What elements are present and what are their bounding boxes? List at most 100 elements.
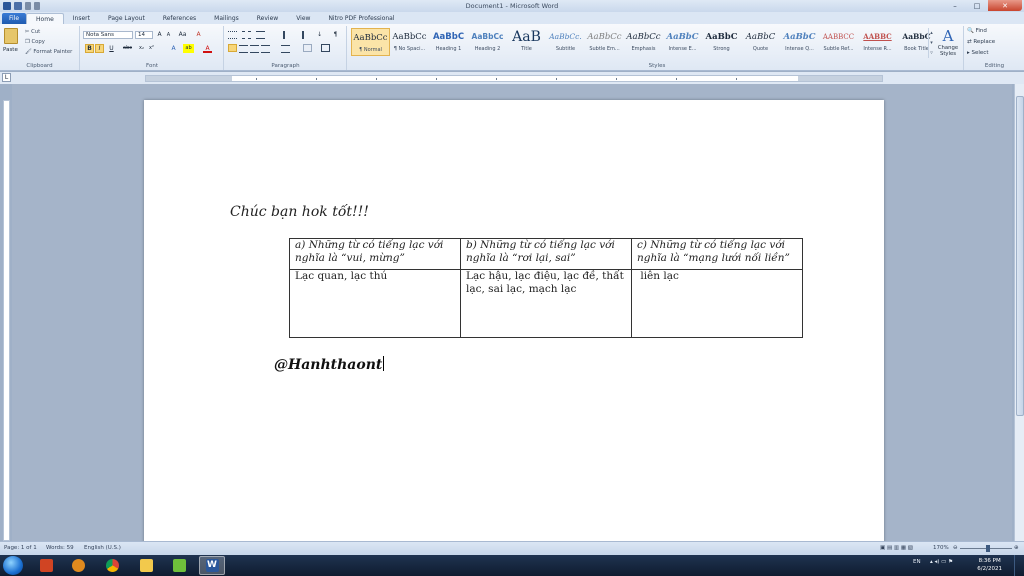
document-area: Chúc bạn hok tốt!!! a) Những từ có tiếng… — [12, 84, 1012, 541]
shading-button[interactable] — [303, 44, 312, 52]
signature-line[interactable]: @Hanhthaont — [274, 356, 385, 373]
close-button[interactable]: ✕ — [988, 0, 1022, 11]
maximize-button[interactable]: □ — [966, 0, 988, 11]
align-right-button[interactable] — [250, 45, 259, 53]
subscript-button[interactable]: x₂ — [137, 44, 146, 53]
horizontal-ruler[interactable] — [145, 75, 883, 82]
multilevel-list-button[interactable] — [256, 31, 265, 39]
ruler-tick — [436, 78, 437, 80]
start-button[interactable] — [3, 556, 23, 575]
taskbar-explorer[interactable] — [133, 556, 159, 575]
bullets-button[interactable] — [228, 31, 237, 39]
change-case-button[interactable]: Aa — [178, 30, 187, 39]
zoom-level[interactable]: 170% — [933, 545, 949, 551]
wish-text[interactable]: Chúc bạn hok tốt!!! — [230, 204, 369, 220]
tab-nitro-pdf[interactable]: Nitro PDF Professional — [319, 13, 403, 24]
paste-icon[interactable] — [4, 28, 18, 44]
tab-page-layout[interactable]: Page Layout — [99, 13, 154, 24]
document-page[interactable]: Chúc bạn hok tốt!!! a) Những từ có tiếng… — [144, 100, 884, 541]
format-painter-button[interactable]: 🖌 Format Painter — [25, 49, 72, 55]
page-count[interactable]: Page: 1 of 1 — [4, 545, 37, 551]
game-icon — [172, 559, 186, 572]
increase-indent-button[interactable] — [295, 31, 304, 39]
decrease-indent-button[interactable] — [283, 31, 292, 39]
line-spacing-button[interactable] — [281, 45, 290, 53]
paragraph-group-label: Paragraph — [271, 63, 300, 69]
align-center-button[interactable] — [239, 45, 248, 53]
text-effects-button[interactable]: A — [169, 44, 178, 53]
italic-button[interactable]: I — [95, 44, 104, 53]
redo-icon[interactable] — [34, 2, 40, 10]
word-table[interactable]: a) Những từ có tiếng lạc với nghĩa là “v… — [289, 238, 803, 338]
change-styles-icon: A — [942, 27, 954, 45]
minimize-button[interactable]: – — [944, 0, 966, 11]
vertical-ruler[interactable] — [3, 100, 10, 541]
scrollbar-thumb[interactable] — [1016, 96, 1024, 416]
change-styles-label: Change Styles — [937, 45, 959, 57]
taskbar-word[interactable]: W — [199, 556, 225, 575]
taskbar-powerpoint[interactable] — [33, 556, 59, 575]
paste-button[interactable]: Paste — [3, 47, 18, 53]
superscript-button[interactable]: x² — [147, 44, 156, 53]
table-header-cell[interactable]: c) Những từ có tiếng lạc với nghĩa là “m… — [631, 238, 803, 270]
taskbar-game[interactable] — [166, 556, 192, 575]
table-cell[interactable]: Lạc hậu, lạc điệu, lạc đề, thất lạc, sai… — [460, 269, 632, 338]
input-language[interactable]: EN — [913, 559, 921, 565]
numbering-button[interactable] — [242, 31, 251, 39]
sort-button[interactable]: ↓ — [317, 31, 326, 39]
grow-font-button[interactable]: A — [155, 30, 164, 39]
tray-icons[interactable]: ▴ ◂) ▭ ⚑ — [930, 559, 953, 565]
change-styles-button[interactable]: A Change Styles — [935, 27, 961, 57]
borders-button[interactable] — [321, 44, 330, 52]
cut-label: Cut — [31, 29, 41, 35]
zoom-in-button[interactable]: ⊕ — [1014, 545, 1019, 551]
tab-selector[interactable]: L — [2, 73, 11, 82]
system-clock[interactable]: 8:36 PM 6/2/2021 — [977, 557, 1002, 573]
clear-formatting-button[interactable]: A — [194, 30, 203, 39]
ruler-bar — [0, 72, 1024, 84]
copy-button[interactable]: ❐ Copy — [25, 39, 45, 45]
show-formatting-button[interactable]: ¶ — [331, 30, 340, 39]
show-desktop-button[interactable] — [1014, 555, 1024, 576]
clock-time: 8:36 PM — [978, 558, 1001, 564]
word-count[interactable]: Words: 59 — [46, 545, 74, 551]
taskbar-chrome[interactable] — [99, 556, 125, 575]
table-cell[interactable]: Lạc quan, lạc thú — [289, 269, 461, 338]
justify-button[interactable] — [261, 45, 270, 53]
underline-button[interactable]: U — [107, 44, 116, 53]
tab-insert[interactable]: Insert — [64, 13, 99, 24]
text-cursor — [383, 356, 385, 371]
shrink-font-button[interactable]: A — [164, 31, 173, 40]
tab-view[interactable]: View — [287, 13, 319, 24]
tab-mailings[interactable]: Mailings — [205, 13, 248, 24]
undo-icon[interactable] — [25, 2, 31, 10]
table-row: Lạc quan, lạc thú Lạc hậu, lạc điệu, lạc… — [289, 269, 803, 338]
tab-references[interactable]: References — [154, 13, 205, 24]
tab-file[interactable]: File — [2, 13, 27, 24]
cut-button[interactable]: ✂ Cut — [25, 29, 40, 35]
quick-access-toolbar — [0, 2, 40, 10]
table-header-row: a) Những từ có tiếng lạc với nghĩa là “v… — [289, 238, 803, 270]
tab-review[interactable]: Review — [248, 13, 287, 24]
language-indicator[interactable]: English (U.S.) — [84, 545, 121, 551]
save-icon[interactable] — [14, 2, 22, 10]
bold-button[interactable]: B — [85, 44, 94, 53]
table-header-cell[interactable]: a) Những từ có tiếng lạc với nghĩa là “v… — [289, 238, 461, 270]
highlight-button[interactable]: ab — [183, 44, 194, 53]
align-left-button[interactable] — [228, 44, 237, 52]
zoom-slider-knob[interactable] — [986, 545, 990, 552]
zoom-out-button[interactable]: ⊖ — [953, 545, 958, 551]
tab-home[interactable]: Home — [26, 13, 64, 24]
font-size-select[interactable]: 14 — [135, 31, 153, 39]
ribbon-tabs: File Home Insert Page Layout References … — [0, 12, 1024, 24]
styles-group-label: Styles — [648, 63, 666, 69]
font-color-button[interactable]: A — [203, 44, 212, 53]
table-cell[interactable]: liên lạc — [631, 269, 803, 338]
taskbar-media-player[interactable] — [65, 556, 91, 575]
ruler-margin-left — [146, 76, 232, 81]
vertical-scrollbar[interactable] — [1014, 84, 1024, 541]
font-name-select[interactable]: Nota Sans — [83, 31, 133, 39]
view-buttons[interactable]: ▣ ▤ ▥ ▦ ▧ — [880, 545, 913, 551]
table-header-cell[interactable]: b) Những từ có tiếng lạc với nghĩa là “r… — [460, 238, 632, 270]
strikethrough-button[interactable]: abc — [121, 44, 134, 53]
